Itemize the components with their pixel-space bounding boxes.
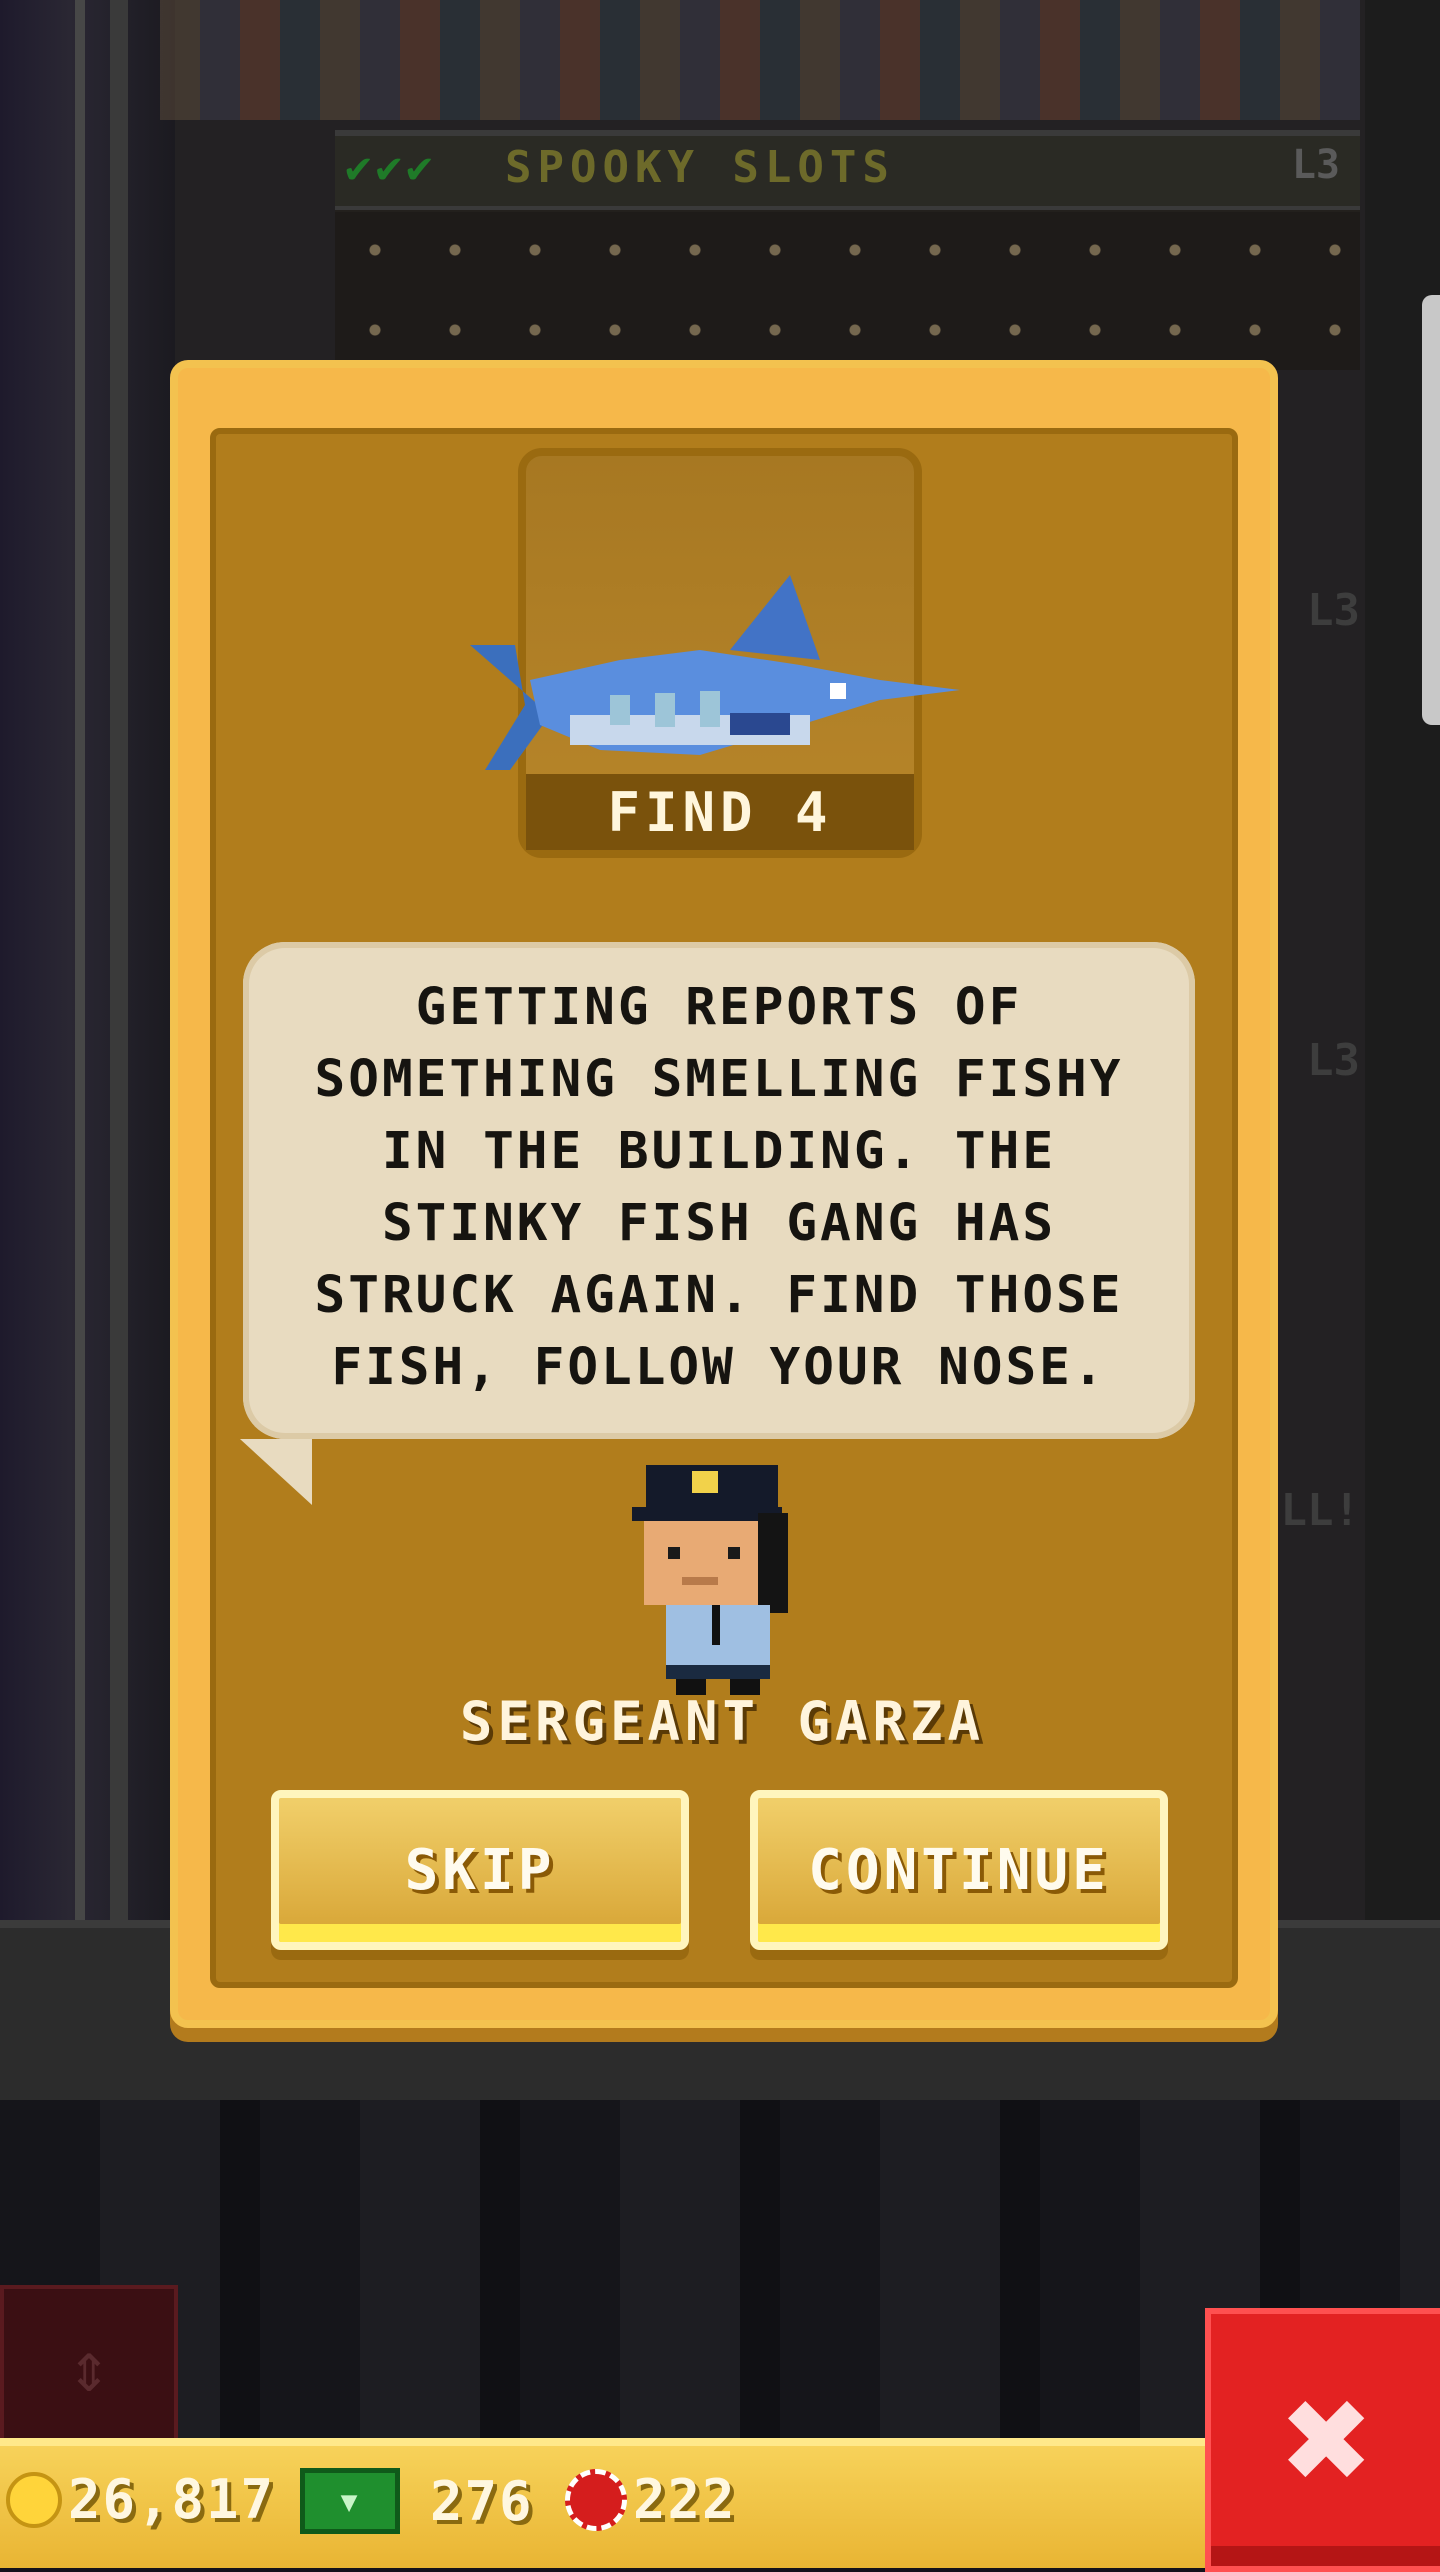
goal-caption: FIND 4 <box>526 774 914 850</box>
side-level-3: LL! <box>1280 1485 1360 1536</box>
mission-message: GETTING REPORTS OF SOMETHING SMELLING FI… <box>314 978 1124 1397</box>
floor-name: SPOOKY SLOTS <box>505 142 895 193</box>
tower-right-wall <box>1365 0 1440 1920</box>
close-icon: ✖ <box>1283 2353 1374 2527</box>
floor-level: L3 <box>1291 142 1340 188</box>
continue-button[interactable]: CONTINUE <box>750 1790 1168 1950</box>
speaker-name: SERGEANT GARZA <box>459 1690 986 1753</box>
floor-decor <box>335 210 1360 370</box>
chips-value: 222 <box>633 2468 737 2531</box>
coins-stat: 26,817 <box>6 2468 275 2531</box>
swordfish-icon <box>470 575 960 770</box>
speech-bubble-tail <box>240 1439 312 1505</box>
bux-value: 276 <box>430 2469 534 2533</box>
chips-stat: 222 <box>565 2468 737 2531</box>
floor-label-bar: ✔✔✔ SPOOKY SLOTS L3 <box>335 130 1360 212</box>
bux-stat: ▼ 276 <box>300 2468 534 2534</box>
coins-value: 26,817 <box>68 2468 276 2531</box>
floor-residents <box>160 0 1360 120</box>
currency-bar: 26,817 ▼ 276 222 <box>0 2438 1205 2568</box>
elevator-button[interactable]: ⇕ <box>0 2285 178 2448</box>
tower-bux-icon: ▼ <box>300 2468 400 2534</box>
speech-bubble: GETTING REPORTS OF SOMETHING SMELLING FI… <box>243 942 1195 1439</box>
skip-button[interactable]: SKIP <box>271 1790 689 1950</box>
close-button[interactable]: ✖ <box>1205 2308 1440 2572</box>
up-down-arrows-icon: ⇕ <box>67 2325 111 2408</box>
elevator-shaft <box>0 0 175 1920</box>
sergeant-avatar <box>632 1465 788 1695</box>
coin-icon <box>6 2471 62 2528</box>
casino-chip-icon <box>565 2468 627 2531</box>
floor-check-icons: ✔✔✔ <box>345 142 437 193</box>
scroll-handle[interactable] <box>1422 295 1440 725</box>
side-level-2: L3 <box>1307 1035 1360 1086</box>
side-level-1: L3 <box>1307 585 1360 636</box>
